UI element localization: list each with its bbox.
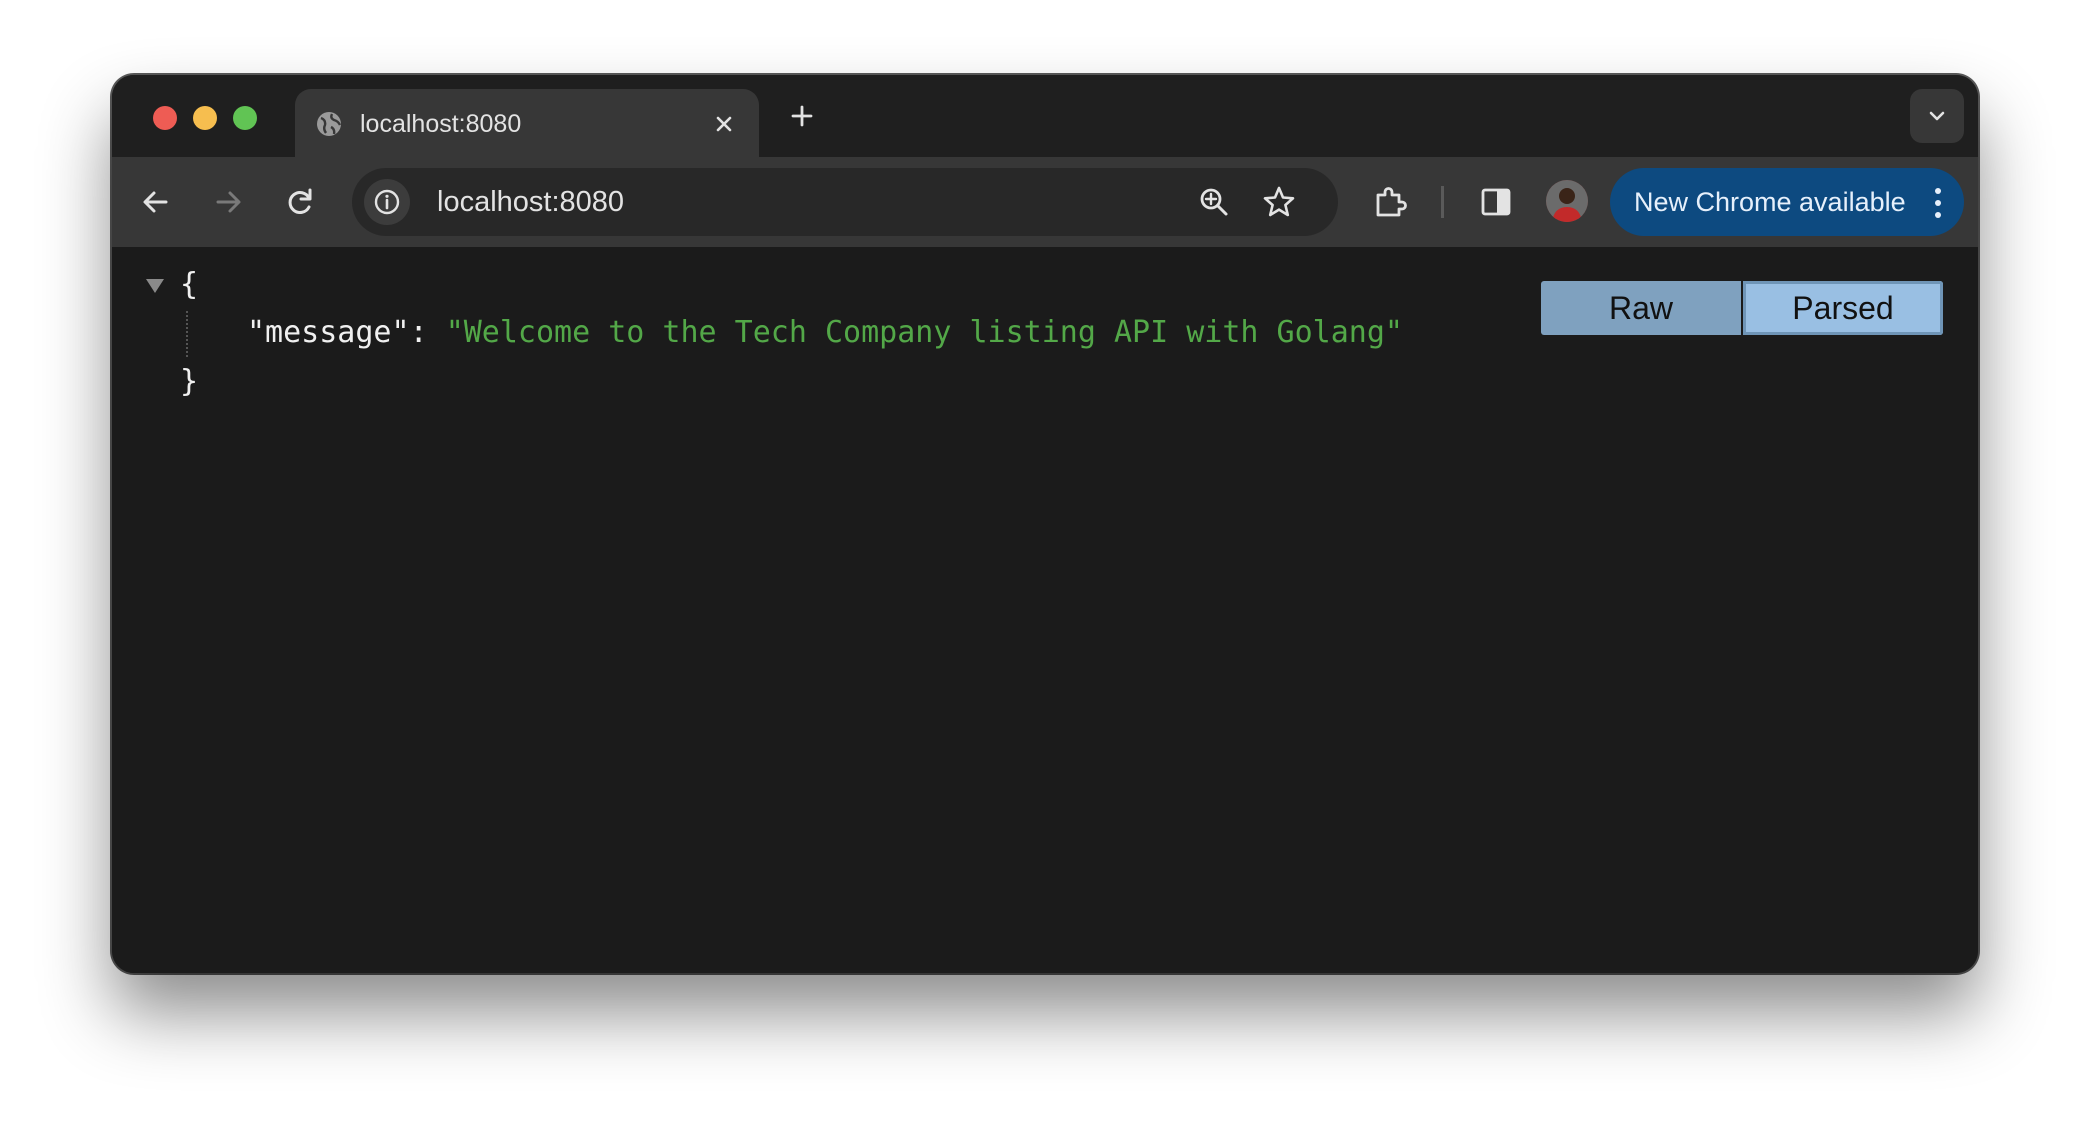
url-text[interactable]: localhost:8080 [437, 185, 624, 219]
tab-localhost[interactable]: localhost:8080 [295, 89, 759, 159]
avatar[interactable] [1546, 180, 1588, 222]
close-window-button[interactable] [153, 106, 177, 130]
toolbar-separator [1441, 186, 1444, 218]
address-bar[interactable]: localhost:8080 [352, 168, 1338, 236]
chevron-down-icon [1925, 104, 1949, 128]
arrow-left-icon[interactable] [132, 178, 180, 226]
minimize-window-button[interactable] [193, 106, 217, 130]
new-chrome-available-button[interactable]: New Chrome available [1610, 168, 1964, 236]
toolbar: localhost:8080 New Chr [112, 157, 1978, 247]
json-open-brace: { [180, 265, 198, 305]
maximize-window-button[interactable] [233, 106, 257, 130]
side-panel-icon[interactable] [1472, 178, 1520, 226]
kebab-icon [1932, 186, 1944, 220]
puzzle-icon[interactable] [1366, 178, 1414, 226]
raw-button[interactable]: Raw [1541, 281, 1741, 335]
tab-strip: localhost:8080 [112, 75, 1978, 157]
collapse-toggle-icon[interactable] [144, 277, 166, 295]
tab-title: localhost:8080 [360, 108, 521, 140]
info-icon [372, 187, 402, 217]
zoom-in-icon[interactable] [1192, 180, 1236, 224]
arrow-right-icon[interactable] [204, 178, 252, 226]
profile-picture [1546, 180, 1588, 222]
site-info-button[interactable] [364, 179, 410, 225]
parsed-button[interactable]: Parsed [1743, 281, 1943, 335]
json-key: "message" [247, 315, 410, 350]
indent-guide [186, 311, 188, 357]
update-label: New Chrome available [1634, 186, 1906, 218]
plus-icon[interactable] [782, 96, 822, 136]
json-value: "Welcome to the Tech Company listing API… [446, 315, 1403, 350]
json-colon: : [410, 315, 446, 350]
globe-icon [314, 109, 344, 139]
star-icon[interactable] [1257, 180, 1301, 224]
json-viewer: { "message": "Welcome to the Tech Compan… [112, 247, 1978, 973]
tab-search-button[interactable] [1910, 89, 1964, 143]
json-close-brace: } [180, 362, 198, 402]
close-icon[interactable] [707, 107, 741, 141]
json-entry: "message": "Welcome to the Tech Company … [247, 313, 1403, 353]
browser-window: localhost:8080 [112, 75, 1978, 973]
reload-icon[interactable] [276, 178, 324, 226]
raw-parsed-toggle: Raw Parsed [1541, 281, 1943, 335]
